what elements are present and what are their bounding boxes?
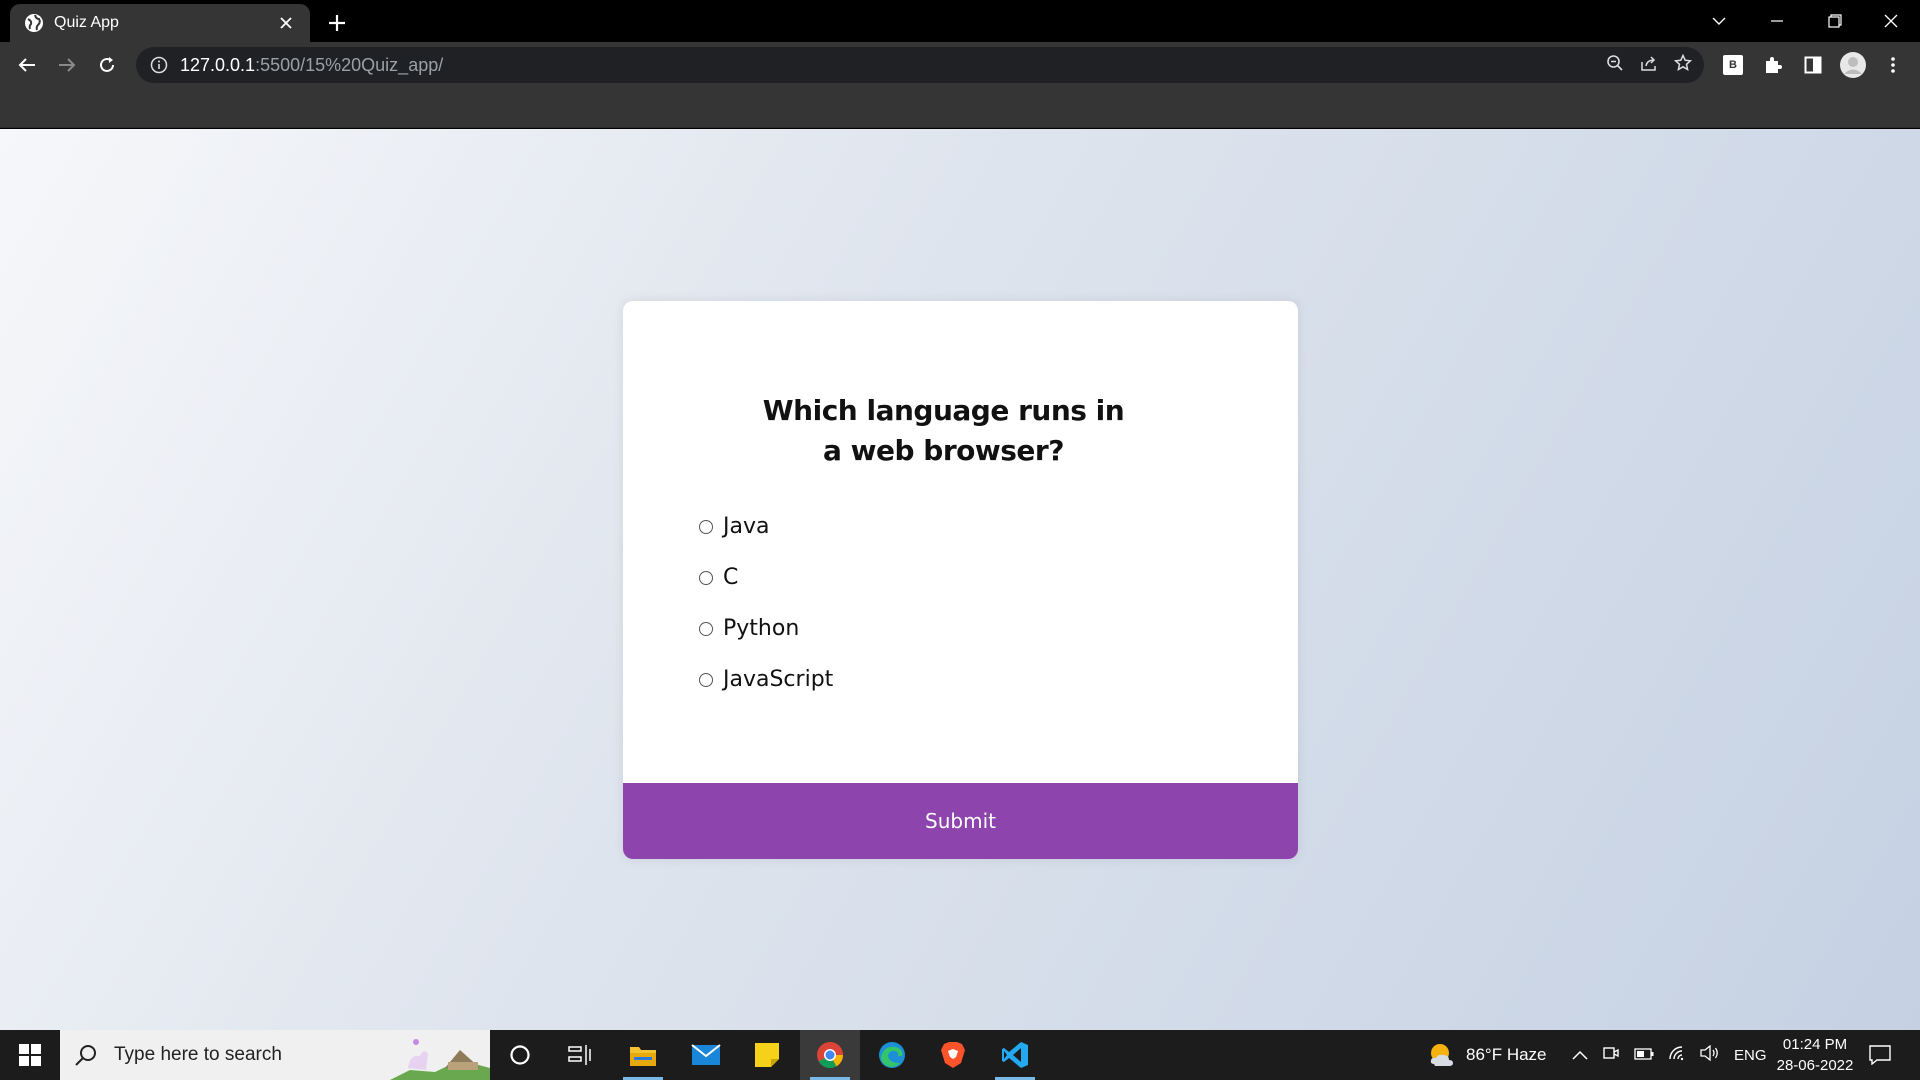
url-path: :5500/15%20Quiz_app/ (255, 54, 444, 75)
search-placeholder: Type here to search (114, 1044, 282, 1065)
bookmark-star-icon[interactable] (1673, 53, 1693, 77)
address-bar[interactable]: 127.0.0.1:5500/15%20Quiz_app/ (136, 47, 1704, 83)
side-panel-icon[interactable] (1796, 48, 1830, 82)
battery-icon[interactable] (1634, 1045, 1654, 1065)
mail-icon[interactable] (676, 1030, 736, 1080)
chrome-icon[interactable] (800, 1030, 860, 1080)
globe-icon (24, 13, 44, 33)
page-background: Which language runs in a web browser? Ja… (0, 129, 1920, 1030)
weather-text: 86°F Haze (1466, 1045, 1547, 1064)
task-view-icon[interactable] (550, 1030, 610, 1080)
edge-icon[interactable] (862, 1030, 922, 1080)
share-icon[interactable] (1640, 54, 1658, 77)
bookmarks-bar (0, 88, 1920, 128)
quiz-question: Which language runs in a web browser? (762, 394, 1125, 467)
minimize-icon[interactable] (1748, 0, 1806, 42)
answer-radio[interactable] (699, 672, 713, 687)
tray-overflow-chevron-icon[interactable] (1572, 1045, 1588, 1065)
volume-icon[interactable] (1700, 1044, 1720, 1066)
windows-start-icon[interactable] (0, 1030, 60, 1080)
site-info-icon[interactable] (150, 56, 168, 74)
answer-radio[interactable] (699, 570, 713, 585)
close-window-icon[interactable] (1862, 0, 1920, 42)
new-tab-button[interactable] (322, 8, 352, 38)
system-tray: ENG (1572, 1030, 1767, 1080)
browser-toolbar: 127.0.0.1:5500/15%20Quiz_app/ B (0, 42, 1920, 88)
browser-tab-strip: Quiz App (0, 0, 1920, 42)
answer-radio[interactable] (699, 621, 713, 636)
answer-label[interactable]: Java (723, 514, 769, 539)
quiz-card: Which language runs in a web browser? Ja… (623, 301, 1298, 859)
notification-center-icon[interactable] (1850, 1030, 1910, 1080)
reload-icon[interactable] (90, 48, 124, 82)
profile-avatar[interactable] (1836, 48, 1870, 82)
answer-option[interactable]: Python (699, 603, 1238, 654)
back-arrow-icon[interactable] (10, 48, 44, 82)
extension-badge: B (1723, 55, 1743, 75)
extension-b-icon[interactable]: B (1716, 48, 1750, 82)
answer-option[interactable]: Java (699, 501, 1238, 552)
submit-button[interactable]: Submit (623, 783, 1298, 859)
extensions-puzzle-icon[interactable] (1756, 48, 1790, 82)
url-host: 127.0.0.1 (180, 54, 256, 75)
close-tab-icon[interactable] (276, 13, 296, 33)
taskbar-search-box[interactable]: Type here to search (60, 1030, 490, 1080)
zoom-icon[interactable] (1606, 54, 1624, 77)
sticky-notes-icon[interactable] (737, 1030, 797, 1080)
wifi-icon[interactable] (1668, 1045, 1686, 1066)
tab-title: Quiz App (54, 14, 119, 31)
answer-option[interactable]: JavaScript (699, 654, 1238, 705)
cortana-icon[interactable] (490, 1030, 550, 1080)
browser-tab[interactable]: Quiz App (10, 4, 310, 42)
menu-kebab-icon[interactable] (1876, 48, 1910, 82)
forward-arrow-icon[interactable] (50, 48, 84, 82)
tab-search-chevron-icon[interactable] (1690, 0, 1748, 42)
answer-label[interactable]: Python (723, 616, 799, 641)
answer-label[interactable]: C (723, 565, 738, 590)
weather-sun-icon (1430, 1044, 1453, 1066)
search-highlight-illustration (390, 1039, 490, 1080)
search-icon (74, 1043, 98, 1067)
vscode-icon[interactable] (985, 1030, 1045, 1080)
restore-icon[interactable] (1806, 0, 1864, 42)
brave-icon[interactable] (923, 1030, 983, 1080)
windows-taskbar: Type here to search 86°F Haze ENG 01:24 … (0, 1030, 1920, 1080)
answer-radio[interactable] (699, 519, 713, 534)
answer-option[interactable]: C (699, 552, 1238, 603)
answer-list: Java C Python JavaScript (699, 501, 1238, 705)
meet-now-icon[interactable] (1602, 1044, 1620, 1067)
file-explorer-icon[interactable] (613, 1030, 673, 1080)
weather-widget[interactable]: 86°F Haze (1428, 1030, 1547, 1080)
answer-label[interactable]: JavaScript (723, 667, 833, 692)
